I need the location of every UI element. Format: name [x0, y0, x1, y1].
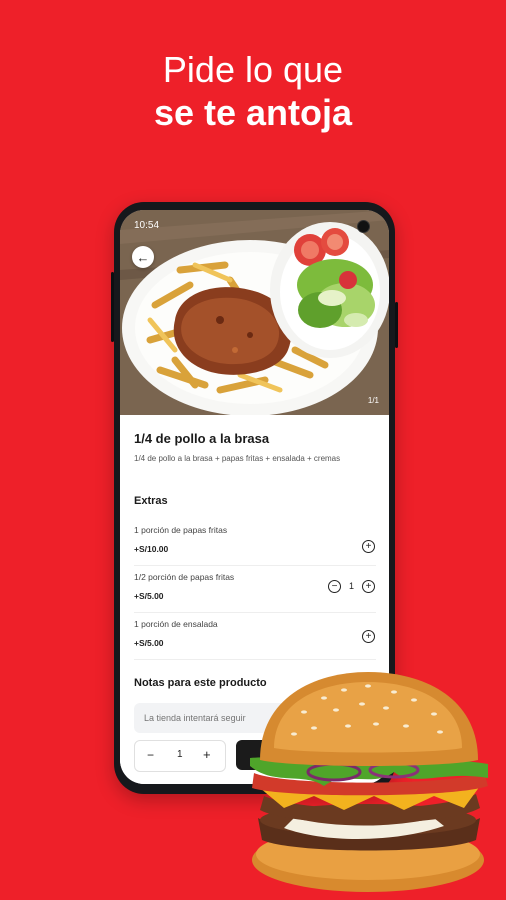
phone-volume-button	[111, 272, 114, 342]
quantity-value: 1	[177, 749, 183, 760]
quantity-stepper: − 1 +	[134, 740, 226, 772]
image-counter: 1/1	[367, 396, 379, 405]
extra-item-name: 1 porción de ensalada	[134, 619, 218, 629]
back-button[interactable]: ←	[132, 246, 154, 268]
extra-item-price: +S/5.00	[134, 638, 164, 648]
decrease-quantity-button[interactable]: −	[147, 748, 154, 762]
product-description: 1/4 de pollo a la brasa + papas fritas +…	[134, 454, 341, 463]
extras-heading: Extras	[134, 495, 168, 507]
extra-item-quantity: 1	[349, 581, 355, 591]
arrow-left-icon: ←	[136, 249, 150, 265]
extra-item: 1 porción de papas fritas +S/10.00 +	[134, 519, 376, 566]
product-photo	[120, 210, 389, 415]
product-title: 1/4 de pollo a la brasa	[134, 431, 270, 446]
extra-item: 1 porción de ensalada +S/5.00 +	[134, 613, 376, 660]
headline-line-2: se te antoja	[153, 92, 353, 133]
minus-circle-icon[interactable]: −	[328, 580, 341, 593]
extra-item-name: 1/2 porción de papas fritas	[134, 572, 235, 582]
plus-circle-icon[interactable]: +	[362, 540, 375, 553]
plus-circle-icon[interactable]: +	[362, 630, 375, 643]
phone-power-button	[395, 302, 398, 348]
headline: Pide lo que se te antoja	[0, 48, 506, 134]
product-image: 10:54 ← 1/1	[120, 210, 389, 415]
increase-quantity-button[interactable]: +	[203, 747, 211, 762]
headline-line-1: Pide lo que	[162, 49, 344, 90]
status-bar-time: 10:54	[134, 220, 160, 231]
front-camera	[357, 220, 370, 233]
extra-item: 1/2 porción de papas fritas +S/5.00 − 1 …	[134, 566, 376, 613]
extra-item-price: +S/10.00	[134, 544, 169, 554]
extra-item-price: +S/5.00	[134, 591, 164, 601]
burger-illustration	[250, 672, 488, 892]
plus-circle-icon[interactable]: +	[362, 580, 375, 593]
extra-item-name: 1 porción de papas fritas	[134, 525, 228, 535]
